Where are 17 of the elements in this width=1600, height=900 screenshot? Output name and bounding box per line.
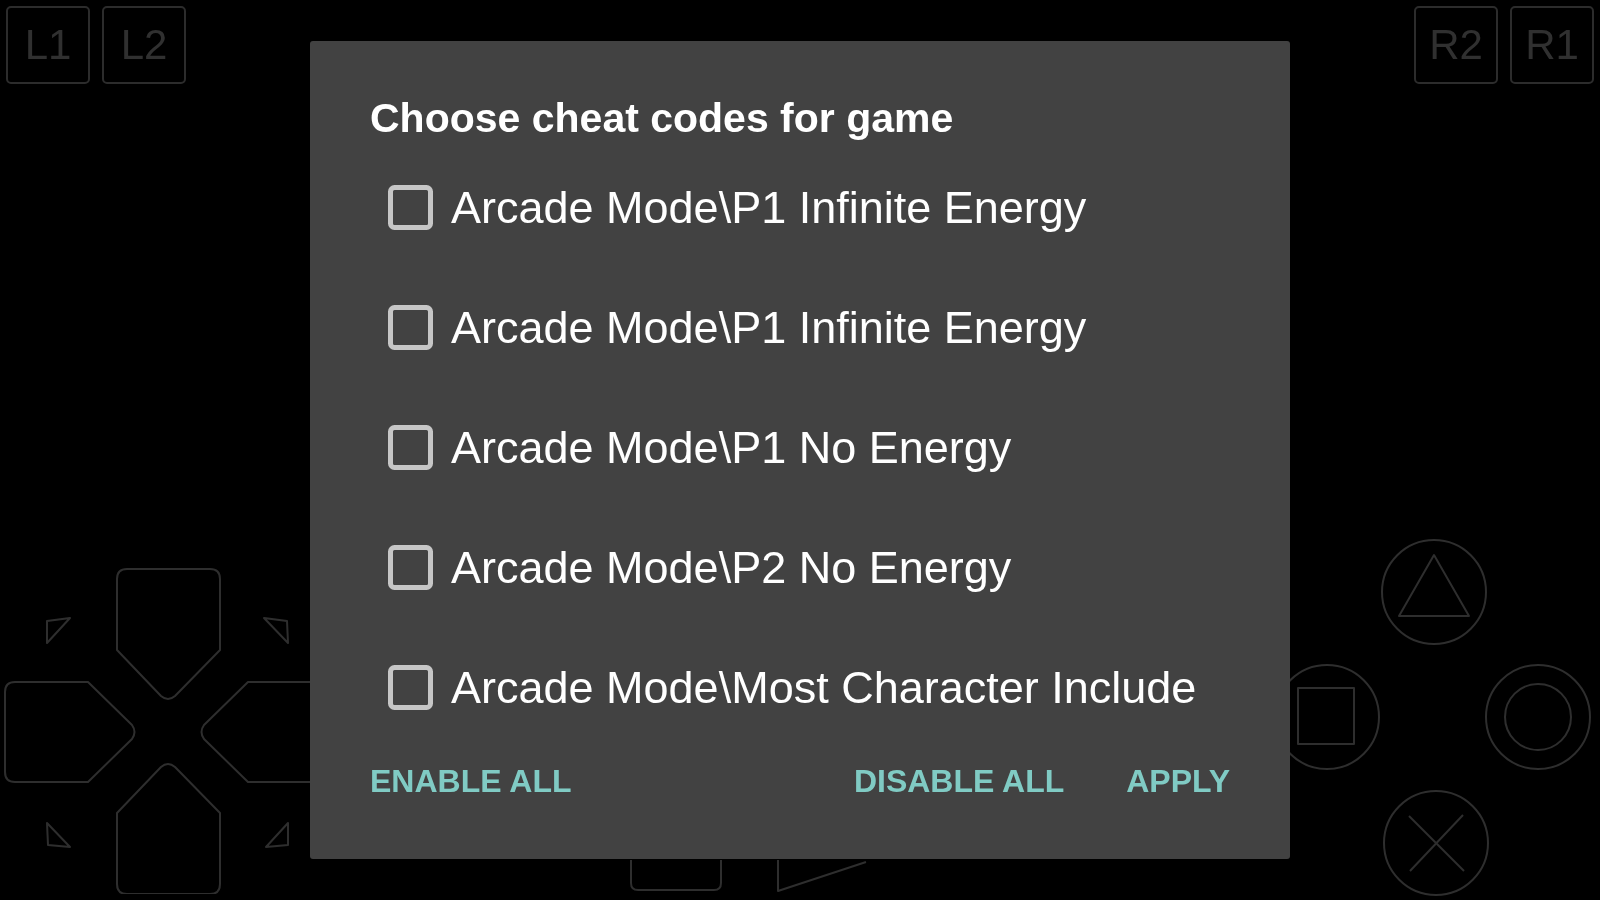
cross-icon[interactable] <box>1383 790 1489 896</box>
cheat-label[interactable]: Arcade Mode\Most Character Include <box>451 660 1197 714</box>
dialog-button[interactable]: APPLY <box>1116 748 1240 814</box>
dialog-title: Choose cheat codes for game <box>370 95 955 141</box>
checkbox[interactable] <box>388 304 433 350</box>
dialog-button[interactable]: DISABLE ALL <box>843 748 1075 814</box>
cheat-label[interactable]: Arcade Mode\P2 No Energy <box>451 540 1012 594</box>
checkbox[interactable] <box>388 184 433 230</box>
circle-icon[interactable] <box>1485 664 1591 770</box>
cheat-label[interactable]: Arcade Mode\P1 Infinite Energy <box>451 300 1087 354</box>
checkbox[interactable] <box>388 544 433 590</box>
cheat-label[interactable]: Arcade Mode\P1 Infinite Energy <box>451 180 1087 234</box>
dpad-icon[interactable] <box>4 567 310 894</box>
checkbox[interactable] <box>388 424 433 470</box>
checkbox[interactable] <box>388 664 433 710</box>
cheat-label[interactable]: Arcade Mode\P1 No Energy <box>451 420 1012 474</box>
dialog-button[interactable]: ENABLE ALL <box>360 748 582 814</box>
